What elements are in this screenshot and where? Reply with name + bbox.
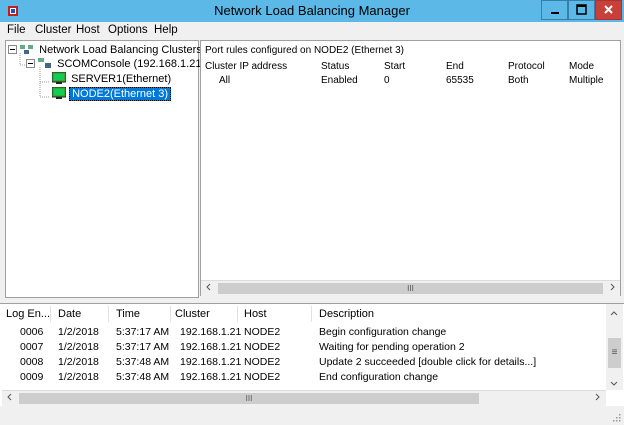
col-cluster[interactable]: Cluster [175, 308, 210, 320]
menu-file[interactable]: File [7, 24, 26, 36]
log-date: 1/2/2018 [58, 341, 99, 353]
menu-options[interactable]: Options [108, 24, 148, 36]
log-cluster: 192.168.1.21 [180, 326, 242, 338]
log-time: 5:37:48 AM [116, 371, 170, 383]
collapse-icon [26, 59, 35, 68]
status-bar [0, 406, 624, 425]
nlb-manager-window: Network Load Balancing Manager File Clus… [0, 0, 624, 425]
tree-host-node2[interactable]: NODE2(Ethernet 3) [51, 86, 172, 101]
rule-mode: Multiple [569, 75, 604, 86]
log-description: Waiting for pending operation 2 [319, 341, 465, 353]
window-title: Network Load Balancing Manager [214, 3, 410, 18]
maximize-button[interactable] [568, 0, 595, 20]
rule-ip: All [219, 75, 231, 86]
minimize-button[interactable] [541, 0, 568, 20]
rule-start: 0 [384, 75, 390, 86]
maximize-icon [576, 4, 587, 15]
tree-host-label-selected: NODE2(Ethernet 3) [69, 87, 172, 101]
host-icon [51, 71, 67, 84]
log-pane: Log En... Date Time Cluster Host Descrip… [0, 303, 624, 407]
col-end[interactable]: End [446, 61, 464, 72]
log-time: 5:37:48 AM [116, 356, 170, 368]
col-time[interactable]: Time [116, 308, 140, 320]
resize-grip-icon[interactable] [611, 412, 621, 422]
tree-host-server1[interactable]: SERVER1(Ethernet) [51, 71, 173, 85]
col-log-entry[interactable]: Log En... [6, 308, 50, 320]
rule-protocol: Both [508, 75, 529, 86]
col-date[interactable]: Date [58, 308, 81, 320]
tree-root[interactable]: Network Load Balancing Clusters [8, 43, 204, 56]
col-host[interactable]: Host [244, 308, 267, 320]
chevron-right-icon [595, 393, 600, 401]
log-hscroll[interactable]: III [2, 390, 606, 406]
clusters-icon [20, 45, 34, 54]
tree-cluster[interactable]: SCOMConsole (192.168.1.21) [26, 57, 207, 70]
tree-cluster-label: SCOMConsole (192.168.1.21) [57, 58, 206, 70]
tree-root-label: Network Load Balancing Clusters [39, 44, 202, 56]
menu-host[interactable]: Host [76, 24, 100, 36]
log-description: End configuration change [319, 371, 439, 383]
vscroll-thumb[interactable]: ≡ [608, 338, 621, 368]
scroll-left-button[interactable] [201, 281, 217, 296]
log-date: 1/2/2018 [58, 326, 99, 338]
scroll-thumb[interactable]: III [218, 283, 603, 294]
port-rules-hscroll[interactable]: III [201, 280, 620, 296]
tree-host-label: SERVER1(Ethernet) [71, 73, 172, 85]
scroll-thumb[interactable]: III [19, 393, 479, 404]
log-cluster: 192.168.1.21 [180, 356, 242, 368]
port-rules-pane: Port rules configured on NODE2 (Ethernet… [200, 40, 621, 296]
log-host: NODE2 [244, 356, 281, 368]
log-entry: 0007 [20, 341, 44, 353]
log-host: NODE2 [244, 326, 281, 338]
menu-bar: File Cluster Host Options Help [0, 22, 624, 40]
col-protocol[interactable]: Protocol [508, 61, 545, 72]
log-vscroll[interactable]: ≡ [606, 304, 623, 390]
scroll-left-button[interactable] [2, 391, 18, 406]
scroll-right-button[interactable] [589, 391, 605, 406]
col-start[interactable]: Start [384, 61, 405, 72]
log-description: Begin configuration change [319, 326, 447, 338]
log-time: 5:37:17 AM [116, 341, 170, 353]
log-cluster: 192.168.1.21 [180, 371, 242, 383]
port-rules-heading: Port rules configured on NODE2 (Ethernet… [205, 45, 404, 56]
col-cluster-ip[interactable]: Cluster IP address [205, 61, 287, 72]
chevron-up-icon [610, 311, 618, 316]
col-status[interactable]: Status [321, 61, 349, 72]
chevron-down-icon [610, 381, 618, 386]
close-icon [604, 5, 613, 14]
log-time: 5:37:17 AM [116, 326, 170, 338]
scroll-right-button[interactable] [604, 281, 620, 296]
chevron-left-icon [7, 393, 12, 401]
menu-cluster[interactable]: Cluster [35, 24, 71, 36]
chevron-right-icon [610, 283, 615, 291]
collapse-icon [8, 45, 17, 54]
log-description: Update 2 succeeded [double click for det… [319, 356, 537, 368]
host-icon [51, 86, 67, 99]
log-entry: 0009 [20, 371, 44, 383]
log-entry: 0008 [20, 356, 44, 368]
close-button[interactable] [595, 0, 622, 20]
log-date: 1/2/2018 [58, 356, 99, 368]
log-date: 1/2/2018 [58, 371, 99, 383]
col-description[interactable]: Description [319, 308, 374, 320]
port-rule-row[interactable]: All Enabled 0 65535 Both Multiple [201, 75, 620, 89]
cluster-icon [38, 58, 52, 68]
log-cluster: 192.168.1.21 [180, 341, 242, 353]
col-mode[interactable]: Mode [569, 61, 594, 72]
title-bar[interactable]: Network Load Balancing Manager [0, 0, 624, 22]
rule-status: Enabled [321, 75, 358, 86]
menu-help[interactable]: Help [154, 24, 178, 36]
chevron-left-icon [206, 283, 211, 291]
log-entry: 0006 [20, 326, 44, 338]
minimize-icon [551, 12, 559, 14]
cluster-tree[interactable]: Network Load Balancing Clusters SCOMCons… [5, 40, 205, 298]
log-host: NODE2 [244, 341, 281, 353]
rule-end: 65535 [446, 75, 474, 86]
log-host: NODE2 [244, 371, 281, 383]
